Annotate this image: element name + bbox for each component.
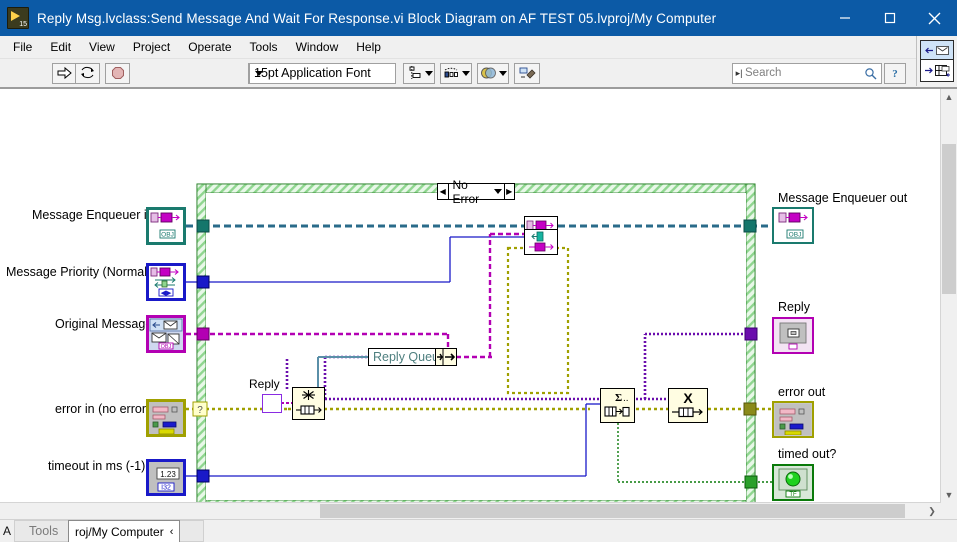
search-input[interactable]: ▸| Search [732, 62, 882, 84]
label-original-message: Original Message [55, 317, 153, 331]
reorder-button[interactable] [477, 62, 509, 84]
label-error-in: error in (no error) [55, 402, 151, 416]
label-message-enqueuer-out: Message Enqueuer out [778, 191, 908, 205]
case-selector-chevron-down-icon[interactable] [492, 189, 503, 194]
label-reply-constant: Reply [249, 377, 280, 391]
vertical-scroll-thumb[interactable] [942, 144, 956, 294]
connector-pane-top [921, 41, 953, 60]
case-structure-frame[interactable] [196, 183, 756, 503]
window-title: Reply Msg.lvclass:Send Message And Wait … [37, 10, 717, 26]
connector-pane-bottom [921, 60, 953, 81]
block-diagram-canvas-area: ? ◀ No Error ▶ Message Enqueuer in OBJ M… [0, 88, 957, 519]
menu-tools[interactable]: Tools [241, 38, 287, 56]
menu-window[interactable]: Window [287, 38, 348, 56]
labview-vi-icon [7, 7, 29, 29]
scrollbar-corner [941, 503, 957, 519]
status-bar: A Tools roj/My Computer ‹ [0, 519, 957, 542]
connector-pane-box[interactable] [920, 40, 954, 82]
label-message-priority: Message Priority (Normal) [6, 265, 152, 279]
terminal-error-out[interactable] [772, 401, 814, 438]
terminal-reply-out[interactable] [772, 317, 814, 354]
case-selector-label: No Error [452, 177, 480, 206]
svg-text:I32: I32 [161, 485, 171, 492]
svg-text:OBJ: OBJ [161, 232, 174, 239]
node-obtain-queue[interactable] [292, 387, 325, 420]
label-timed-out: timed out? [778, 447, 837, 461]
menu-view[interactable]: View [80, 38, 124, 56]
title-bar: Reply Msg.lvclass:Send Message And Wait … [0, 0, 957, 36]
label-reply-out: Reply [778, 300, 810, 314]
search-placeholder: Search [745, 67, 782, 79]
scroll-down-button[interactable]: ▼ [941, 487, 957, 503]
terminal-timeout-in-ms[interactable]: 1.23 I32 [146, 459, 186, 496]
svg-text:X: X [683, 390, 693, 406]
abort-group [105, 62, 130, 84]
terminal-error-in[interactable] [146, 399, 186, 437]
svg-text:◀▶: ◀▶ [161, 290, 172, 297]
vi-icon-pane[interactable] [916, 36, 957, 86]
svg-text:?: ? [197, 405, 203, 416]
tools-palette-label: Tools [29, 524, 59, 538]
menu-help[interactable]: Help [347, 38, 390, 56]
block-diagram-canvas[interactable]: ? ◀ No Error ▶ Message Enqueuer in OBJ M… [0, 89, 941, 503]
minimize-button[interactable] [822, 0, 867, 36]
project-tab[interactable]: roj/My Computer ‹ [68, 520, 181, 542]
diagram-wires-layer: ? [186, 183, 772, 503]
horizontal-scroll-thumb[interactable] [320, 504, 905, 518]
label-error-out: error out [778, 385, 826, 399]
scroll-up-button[interactable]: ▲ [941, 89, 957, 105]
terminal-message-enqueuer-out[interactable]: OBJ [772, 207, 814, 244]
node-queue-name-terminal[interactable] [435, 348, 457, 366]
terminal-message-priority[interactable]: ◀▶ [146, 263, 186, 301]
case-next-arrow-icon[interactable]: ▶ [503, 184, 515, 199]
distribute-objects-button[interactable] [440, 62, 472, 84]
constant-reply-string[interactable] [262, 394, 282, 413]
font-selector-label: 15pt Application Font [254, 66, 371, 80]
svg-text:OBJ: OBJ [161, 344, 172, 350]
node-release-queue[interactable]: X [668, 388, 708, 423]
clean-up-diagram-button[interactable] [514, 62, 540, 84]
toolbar: 15pt Application Font ▸| Search ? [0, 59, 957, 88]
close-button[interactable] [912, 0, 957, 36]
run-button[interactable] [53, 63, 76, 83]
window-controls [822, 0, 957, 36]
label-timeout-in-ms: timeout in ms (-1) [48, 459, 146, 473]
svg-text:Σ: Σ [615, 392, 622, 404]
abort-execution-button[interactable] [106, 63, 129, 83]
font-selector[interactable]: 15pt Application Font [248, 62, 396, 84]
align-objects-button[interactable] [403, 62, 435, 84]
menu-edit[interactable]: Edit [41, 38, 80, 56]
run-controls-group [52, 62, 100, 84]
timeout-value: 1.23 [160, 470, 176, 479]
labview-block-diagram-window: Reply Msg.lvclass:Send Message And Wait … [0, 0, 957, 542]
svg-text:?: ? [892, 68, 898, 80]
svg-text:..: .. [623, 393, 629, 404]
menu-project[interactable]: Project [124, 38, 179, 56]
case-prev-arrow-icon[interactable]: ◀ [438, 184, 449, 199]
terminal-timed-out[interactable]: TF [772, 464, 814, 501]
node-property-enqueuer-bottom[interactable] [524, 229, 558, 255]
svg-text:TF: TF [789, 492, 797, 498]
menu-bar: File Edit View Project Operate Tools Win… [0, 36, 957, 59]
context-help-button[interactable]: ? [884, 62, 906, 84]
project-tab-left-arrow-icon[interactable]: ‹ [170, 526, 174, 538]
menu-file[interactable]: File [4, 38, 41, 56]
run-continuously-button[interactable] [76, 63, 99, 83]
svg-text:OBJ: OBJ [789, 232, 802, 239]
label-message-enqueuer-in: Message Enqueuer in [32, 208, 154, 222]
scroll-right-button[interactable]: ❯ [925, 503, 939, 519]
terminal-message-enqueuer-in[interactable]: OBJ [146, 207, 186, 245]
horizontal-scrollbar[interactable]: ❯ [0, 502, 941, 519]
maximize-button[interactable] [867, 0, 912, 36]
node-dequeue-element[interactable]: Σ .. [600, 388, 635, 423]
terminal-original-message[interactable]: OBJ [146, 315, 186, 353]
magnifier-icon[interactable] [859, 67, 881, 80]
tools-anchor-label: A [3, 524, 12, 538]
pin-icon: ▸| [735, 67, 743, 78]
menu-operate[interactable]: Operate [179, 38, 240, 56]
vertical-scrollbar[interactable]: ▲ ▼ [940, 89, 957, 503]
project-tab-label: roj/My Computer [75, 524, 164, 539]
case-selector[interactable]: ◀ No Error ▶ [437, 178, 515, 206]
